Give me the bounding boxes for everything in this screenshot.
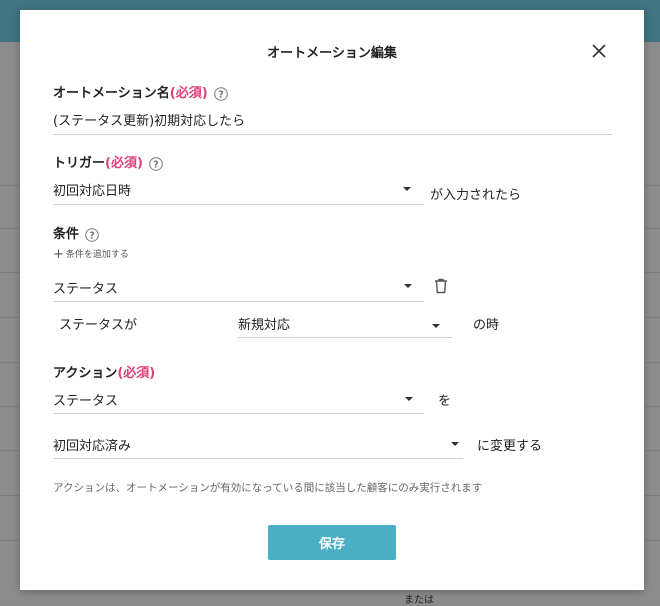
automation-name-value: (ステータス更新)初期対応したら [53, 114, 246, 129]
help-icon[interactable]: ? [213, 86, 228, 101]
action-particle: を [438, 394, 452, 409]
required-mark: (必須) [105, 156, 143, 171]
required-mark: (必須) [117, 366, 156, 381]
trigger-suffix: が入力されたら [430, 188, 522, 203]
trigger-select[interactable]: 初回対応日時 [53, 180, 424, 205]
add-condition-label: 条件を追加する [65, 250, 129, 260]
action-note: アクションは、オートメーションが有効になっている間に該当した顧客にのみ実行されま… [53, 482, 483, 494]
action-label-text: アクション [53, 366, 118, 381]
action-label: アクション(必須) [53, 362, 155, 381]
action-suffix: に変更する [477, 439, 543, 454]
chevron-down-icon [451, 442, 459, 446]
condition-field-select[interactable]: ステータス [53, 278, 424, 302]
trigger-selected-value: 初回対応日時 [53, 184, 132, 199]
chevron-down-icon [404, 284, 412, 288]
chevron-down-icon [403, 187, 411, 191]
condition-suffix: の時 [473, 318, 500, 333]
chevron-down-icon [432, 324, 440, 328]
background-partial-text: または [404, 595, 434, 606]
action-value: 初回対応済み [53, 439, 132, 454]
trash-icon[interactable] [434, 278, 448, 294]
automation-name-label: オートメーション名(必須)? [53, 82, 228, 101]
svg-text:?: ? [89, 230, 95, 241]
automation-name-input[interactable]: (ステータス更新)初期対応したら [53, 110, 612, 135]
action-field-select[interactable]: ステータス [53, 390, 424, 414]
action-field-value: ステータス [53, 394, 119, 409]
close-icon[interactable] [591, 43, 607, 59]
add-condition-button[interactable]: + 条件を追加する [53, 247, 129, 262]
help-icon[interactable]: ? [149, 156, 163, 171]
condition-field-value: ステータス [53, 282, 119, 297]
condition-label: 条件? [53, 223, 99, 242]
trigger-label-text: トリガー [53, 156, 106, 171]
modal-title: オートメーション編集 [267, 46, 397, 61]
automation-name-label-text: オートメーション名 [53, 86, 170, 101]
chevron-down-icon [405, 397, 413, 401]
save-button[interactable]: 保存 [268, 525, 396, 560]
condition-prefix: ステータスが [59, 318, 138, 333]
required-mark: (必須) [169, 86, 208, 101]
condition-value-select[interactable]: 新規対応 [238, 314, 452, 338]
help-icon[interactable]: ? [85, 227, 99, 242]
automation-edit-modal: オートメーション編集 オートメーション名(必須)? (ステータス更新)初期対応し… [20, 10, 644, 590]
condition-label-text: 条件 [53, 227, 80, 242]
plus-icon: + [53, 247, 64, 262]
trigger-label: トリガー(必須)? [53, 152, 163, 171]
svg-text:?: ? [218, 89, 224, 100]
action-value-select[interactable]: 初回対応済み [53, 435, 463, 459]
condition-value: 新規対応 [238, 318, 291, 333]
svg-text:?: ? [153, 159, 159, 170]
